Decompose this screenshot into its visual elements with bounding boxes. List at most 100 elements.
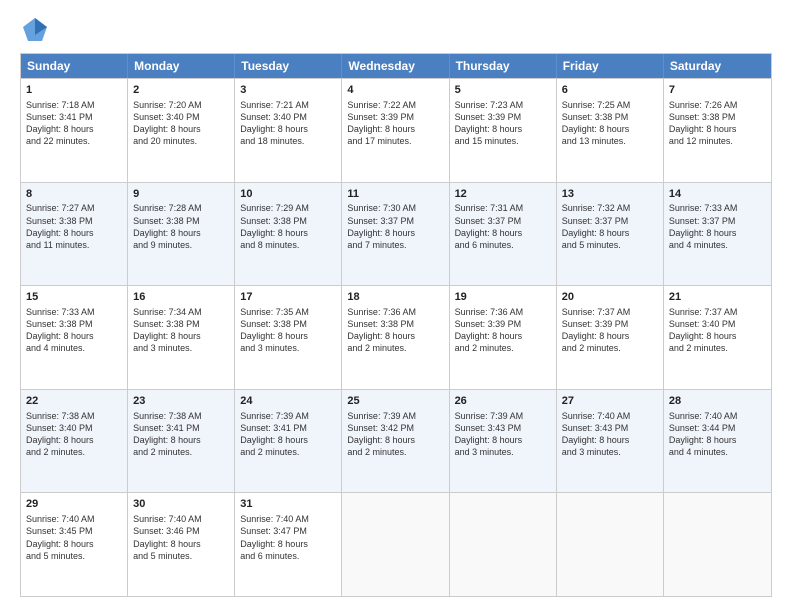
day-info-line: Sunrise: 7:37 AM (669, 306, 766, 318)
day-number: 6 (562, 83, 658, 98)
day-info-line: and 13 minutes. (562, 135, 658, 147)
day-info-line: Daylight: 8 hours (562, 434, 658, 446)
day-info-line: Sunset: 3:37 PM (347, 215, 443, 227)
day-number: 3 (240, 83, 336, 98)
calendar-cell: 20Sunrise: 7:37 AMSunset: 3:39 PMDayligh… (557, 286, 664, 389)
day-number: 25 (347, 394, 443, 409)
day-info-line: and 5 minutes. (562, 239, 658, 251)
day-info-line: Sunrise: 7:22 AM (347, 99, 443, 111)
day-number: 5 (455, 83, 551, 98)
day-info-line: and 17 minutes. (347, 135, 443, 147)
calendar-cell: 17Sunrise: 7:35 AMSunset: 3:38 PMDayligh… (235, 286, 342, 389)
day-number: 19 (455, 290, 551, 305)
day-number: 15 (26, 290, 122, 305)
day-info-line: Sunrise: 7:26 AM (669, 99, 766, 111)
day-info-line: Sunrise: 7:40 AM (669, 410, 766, 422)
day-info-line: Sunrise: 7:20 AM (133, 99, 229, 111)
day-info-line: Daylight: 8 hours (669, 227, 766, 239)
day-info-line: Daylight: 8 hours (347, 227, 443, 239)
day-info-line: Sunrise: 7:38 AM (26, 410, 122, 422)
calendar-cell: 4Sunrise: 7:22 AMSunset: 3:39 PMDaylight… (342, 79, 449, 182)
calendar-cell: 22Sunrise: 7:38 AMSunset: 3:40 PMDayligh… (21, 390, 128, 493)
day-info-line: and 3 minutes. (455, 446, 551, 458)
day-info-line: Daylight: 8 hours (133, 227, 229, 239)
day-info-line: Sunrise: 7:38 AM (133, 410, 229, 422)
day-number: 9 (133, 187, 229, 202)
calendar-cell: 26Sunrise: 7:39 AMSunset: 3:43 PMDayligh… (450, 390, 557, 493)
day-info-line: Daylight: 8 hours (347, 330, 443, 342)
day-info-line: Sunrise: 7:37 AM (562, 306, 658, 318)
day-info-line: and 5 minutes. (133, 550, 229, 562)
calendar-row: 8Sunrise: 7:27 AMSunset: 3:38 PMDaylight… (21, 182, 771, 286)
day-info-line: and 2 minutes. (240, 446, 336, 458)
calendar-cell: 29Sunrise: 7:40 AMSunset: 3:45 PMDayligh… (21, 493, 128, 596)
calendar-cell: 7Sunrise: 7:26 AMSunset: 3:38 PMDaylight… (664, 79, 771, 182)
day-info-line: and 6 minutes. (455, 239, 551, 251)
day-info-line: Sunset: 3:38 PM (26, 215, 122, 227)
calendar-cell: 24Sunrise: 7:39 AMSunset: 3:41 PMDayligh… (235, 390, 342, 493)
day-number: 17 (240, 290, 336, 305)
calendar-header: SundayMondayTuesdayWednesdayThursdayFrid… (21, 54, 771, 78)
day-info-line: Daylight: 8 hours (562, 227, 658, 239)
calendar-cell: 25Sunrise: 7:39 AMSunset: 3:42 PMDayligh… (342, 390, 449, 493)
day-info-line: Sunset: 3:37 PM (455, 215, 551, 227)
calendar-row: 22Sunrise: 7:38 AMSunset: 3:40 PMDayligh… (21, 389, 771, 493)
day-info-line: Sunset: 3:43 PM (455, 422, 551, 434)
calendar-cell (450, 493, 557, 596)
day-info-line: Sunset: 3:37 PM (562, 215, 658, 227)
calendar: SundayMondayTuesdayWednesdayThursdayFrid… (20, 53, 772, 597)
day-info-line: Sunset: 3:41 PM (133, 422, 229, 434)
day-number: 14 (669, 187, 766, 202)
day-info-line: Daylight: 8 hours (26, 227, 122, 239)
calendar-cell: 18Sunrise: 7:36 AMSunset: 3:38 PMDayligh… (342, 286, 449, 389)
day-info-line: and 12 minutes. (669, 135, 766, 147)
day-info-line: and 2 minutes. (455, 342, 551, 354)
day-info-line: Daylight: 8 hours (133, 123, 229, 135)
day-number: 16 (133, 290, 229, 305)
day-info-line: Sunset: 3:40 PM (26, 422, 122, 434)
day-info-line: and 4 minutes. (669, 239, 766, 251)
weekday-header: Sunday (21, 54, 128, 78)
day-info-line: Daylight: 8 hours (347, 123, 443, 135)
calendar-cell: 8Sunrise: 7:27 AMSunset: 3:38 PMDaylight… (21, 183, 128, 286)
day-info-line: and 6 minutes. (240, 550, 336, 562)
calendar-cell: 3Sunrise: 7:21 AMSunset: 3:40 PMDaylight… (235, 79, 342, 182)
calendar-cell: 30Sunrise: 7:40 AMSunset: 3:46 PMDayligh… (128, 493, 235, 596)
calendar-cell: 5Sunrise: 7:23 AMSunset: 3:39 PMDaylight… (450, 79, 557, 182)
day-info-line: and 2 minutes. (347, 446, 443, 458)
day-info-line: Daylight: 8 hours (669, 330, 766, 342)
day-info-line: and 2 minutes. (133, 446, 229, 458)
calendar-cell: 6Sunrise: 7:25 AMSunset: 3:38 PMDaylight… (557, 79, 664, 182)
day-number: 30 (133, 497, 229, 512)
weekday-header: Friday (557, 54, 664, 78)
day-info-line: Sunrise: 7:40 AM (133, 513, 229, 525)
day-info-line: Sunrise: 7:29 AM (240, 202, 336, 214)
day-info-line: Sunrise: 7:33 AM (26, 306, 122, 318)
day-info-line: Sunrise: 7:39 AM (347, 410, 443, 422)
day-info-line: Sunrise: 7:34 AM (133, 306, 229, 318)
day-info-line: Sunset: 3:46 PM (133, 525, 229, 537)
calendar-cell: 10Sunrise: 7:29 AMSunset: 3:38 PMDayligh… (235, 183, 342, 286)
day-info-line: Daylight: 8 hours (455, 330, 551, 342)
day-info-line: Sunset: 3:41 PM (26, 111, 122, 123)
calendar-cell (342, 493, 449, 596)
weekday-header: Monday (128, 54, 235, 78)
day-info-line: Daylight: 8 hours (562, 330, 658, 342)
day-info-line: Daylight: 8 hours (26, 123, 122, 135)
day-info-line: and 22 minutes. (26, 135, 122, 147)
day-info-line: Sunset: 3:38 PM (133, 318, 229, 330)
day-info-line: and 11 minutes. (26, 239, 122, 251)
day-info-line: Sunrise: 7:31 AM (455, 202, 551, 214)
weekday-header: Wednesday (342, 54, 449, 78)
calendar-cell (664, 493, 771, 596)
day-info-line: Daylight: 8 hours (240, 330, 336, 342)
day-info-line: Sunrise: 7:21 AM (240, 99, 336, 111)
day-info-line: Daylight: 8 hours (669, 434, 766, 446)
day-info-line: Sunset: 3:43 PM (562, 422, 658, 434)
day-number: 22 (26, 394, 122, 409)
day-info-line: Sunset: 3:39 PM (455, 111, 551, 123)
day-info-line: Daylight: 8 hours (347, 434, 443, 446)
day-info-line: Sunrise: 7:18 AM (26, 99, 122, 111)
day-number: 24 (240, 394, 336, 409)
day-info-line: Sunrise: 7:28 AM (133, 202, 229, 214)
